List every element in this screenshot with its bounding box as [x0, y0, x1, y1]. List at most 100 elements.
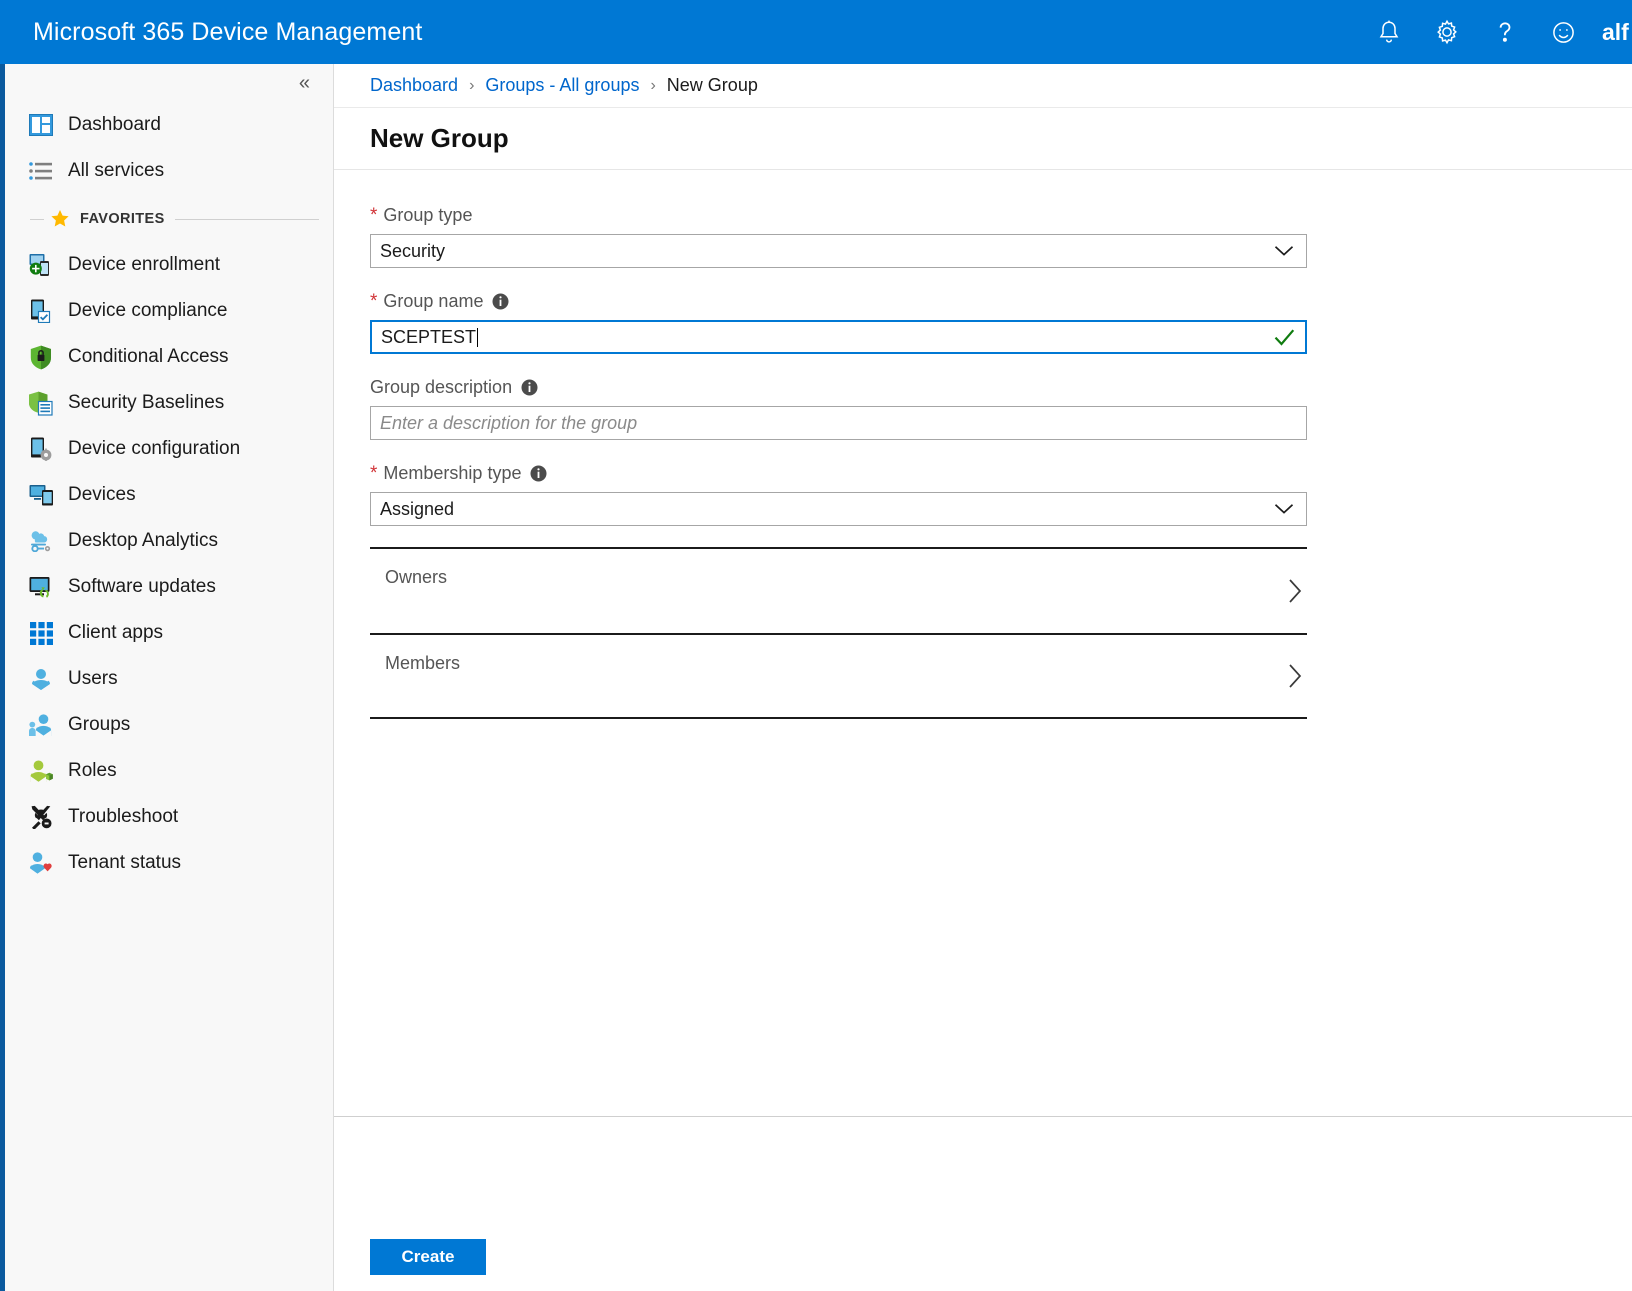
sidebar-item-roles[interactable]: Roles — [5, 748, 333, 794]
chevron-down-icon[interactable] — [1274, 245, 1294, 257]
sidebar-item-users[interactable]: Users — [5, 656, 333, 702]
sidebar-item-label: Device configuration — [68, 438, 240, 460]
sidebar-item-devices[interactable]: Devices — [5, 472, 333, 518]
picker-group: Owners Members — [370, 547, 1307, 719]
sidebar-item-label: Troubleshoot — [68, 806, 178, 828]
main-content-panel: Dashboard › Groups - All groups › New Gr… — [334, 64, 1632, 1291]
sidebar-item-label: Device enrollment — [68, 254, 220, 276]
roles-icon — [28, 758, 54, 784]
owners-label: Owners — [370, 549, 1307, 588]
group-description-placeholder: Enter a description for the group — [371, 413, 637, 434]
security-baselines-icon — [28, 390, 54, 416]
membership-type-label: Membership type — [383, 463, 521, 484]
troubleshoot-icon — [28, 804, 54, 830]
devices-icon — [28, 482, 54, 508]
sidebar-item-tenant-status[interactable]: Tenant status — [5, 840, 333, 886]
group-description-label: Group description — [370, 377, 512, 398]
app-title: Microsoft 365 Device Management — [0, 18, 422, 47]
sidebar-item-label: Roles — [68, 760, 117, 782]
sidebar-item-label: Client apps — [68, 622, 163, 644]
collapse-chevrons-icon[interactable]: « — [294, 70, 315, 96]
info-icon[interactable] — [492, 293, 509, 310]
group-type-value: Security — [371, 241, 445, 262]
client-apps-icon — [28, 620, 54, 646]
software-updates-icon — [28, 574, 54, 600]
info-icon[interactable] — [530, 465, 547, 482]
sidebar-item-all-services[interactable]: All services — [5, 148, 333, 194]
sidebar-item-label: Software updates — [68, 576, 216, 598]
device-configuration-icon — [28, 436, 54, 462]
sidebar-item-label: Device compliance — [68, 300, 227, 322]
field-group-description: Group description Enter a description fo… — [370, 375, 1309, 440]
sidebar-collapse-row: « — [5, 64, 333, 102]
group-name-label: Group name — [383, 291, 483, 312]
sidebar-item-security-baselines[interactable]: Security Baselines — [5, 380, 333, 426]
sidebar-item-client-apps[interactable]: Client apps — [5, 610, 333, 656]
text-cursor — [477, 328, 478, 347]
info-icon[interactable] — [521, 379, 538, 396]
create-button[interactable]: Create — [370, 1239, 486, 1275]
group-name-value: SCEPTEST — [372, 327, 476, 348]
sidebar-item-label: Devices — [68, 484, 136, 506]
membership-type-label-row: * Membership type — [370, 461, 1309, 485]
sidebar-item-device-compliance[interactable]: Device compliance — [5, 288, 333, 334]
sidebar-item-desktop-analytics[interactable]: Desktop Analytics — [5, 518, 333, 564]
breadcrumb: Dashboard › Groups - All groups › New Gr… — [334, 64, 1632, 108]
required-asterisk-icon: * — [370, 292, 377, 311]
validation-check-icon — [1274, 328, 1295, 346]
sidebar-item-device-configuration[interactable]: Device configuration — [5, 426, 333, 472]
sidebar-item-label: Conditional Access — [68, 346, 229, 368]
sidebar-item-label: All services — [68, 160, 164, 182]
smiley-face-icon[interactable] — [1534, 0, 1592, 64]
group-description-input[interactable]: Enter a description for the group — [370, 406, 1307, 440]
dashboard-icon — [28, 112, 54, 138]
conditional-access-icon — [28, 344, 54, 370]
breadcrumb-item-groups-all-groups[interactable]: Groups - All groups — [485, 75, 639, 96]
group-name-label-row: * Group name — [370, 289, 1309, 313]
top-header-bar: Microsoft 365 Device Management — [0, 0, 1632, 64]
required-asterisk-icon: * — [370, 206, 377, 225]
breadcrumb-item-new-group: New Group — [667, 75, 758, 96]
left-sidebar: « Dashboard All services — [0, 64, 334, 1291]
sidebar-item-dashboard[interactable]: Dashboard — [5, 102, 333, 148]
page-title: New Group — [370, 123, 509, 154]
users-icon — [28, 666, 54, 692]
chevron-down-icon[interactable] — [1274, 503, 1294, 515]
sidebar-item-troubleshoot[interactable]: Troubleshoot — [5, 794, 333, 840]
all-services-icon — [28, 158, 54, 184]
groups-icon — [28, 712, 54, 738]
sidebar-item-label: Groups — [68, 714, 130, 736]
sidebar-item-device-enrollment[interactable]: Device enrollment — [5, 242, 333, 288]
sidebar-item-groups[interactable]: Groups — [5, 702, 333, 748]
field-group-type: * Group type Security — [370, 203, 1309, 268]
user-account-name[interactable]: alf — [1592, 19, 1632, 46]
sidebar-item-label: Tenant status — [68, 852, 181, 874]
sidebar-item-software-updates[interactable]: Software updates — [5, 564, 333, 610]
chevron-right-icon[interactable] — [1287, 578, 1303, 604]
star-icon — [50, 209, 70, 229]
sidebar-item-label: Dashboard — [68, 114, 161, 136]
sidebar-item-conditional-access[interactable]: Conditional Access — [5, 334, 333, 380]
sidebar-item-label: Security Baselines — [68, 392, 224, 414]
members-picker-row[interactable]: Members — [370, 633, 1307, 719]
breadcrumb-item-dashboard[interactable]: Dashboard — [370, 75, 458, 96]
sidebar-item-label: Users — [68, 668, 118, 690]
owners-picker-row[interactable]: Owners — [370, 547, 1307, 633]
group-name-input[interactable]: SCEPTEST — [370, 320, 1307, 354]
group-type-label-row: * Group type — [370, 203, 1309, 227]
group-type-label: Group type — [383, 205, 472, 226]
gear-icon[interactable] — [1418, 0, 1476, 64]
membership-type-value: Assigned — [371, 499, 454, 520]
tenant-status-icon — [28, 850, 54, 876]
header-actions: alf — [1360, 0, 1632, 64]
group-type-dropdown[interactable]: Security — [370, 234, 1307, 268]
membership-type-dropdown[interactable]: Assigned — [370, 492, 1307, 526]
question-mark-icon[interactable] — [1476, 0, 1534, 64]
chevron-right-icon[interactable] — [1287, 663, 1303, 689]
notification-bell-icon[interactable] — [1360, 0, 1418, 64]
sidebar-item-label: Desktop Analytics — [68, 530, 218, 552]
breadcrumb-separator-icon: › — [469, 77, 474, 95]
group-description-label-row: Group description — [370, 375, 1309, 399]
footer-action-bar: Create — [334, 1117, 1632, 1291]
device-enrollment-icon — [28, 252, 54, 278]
